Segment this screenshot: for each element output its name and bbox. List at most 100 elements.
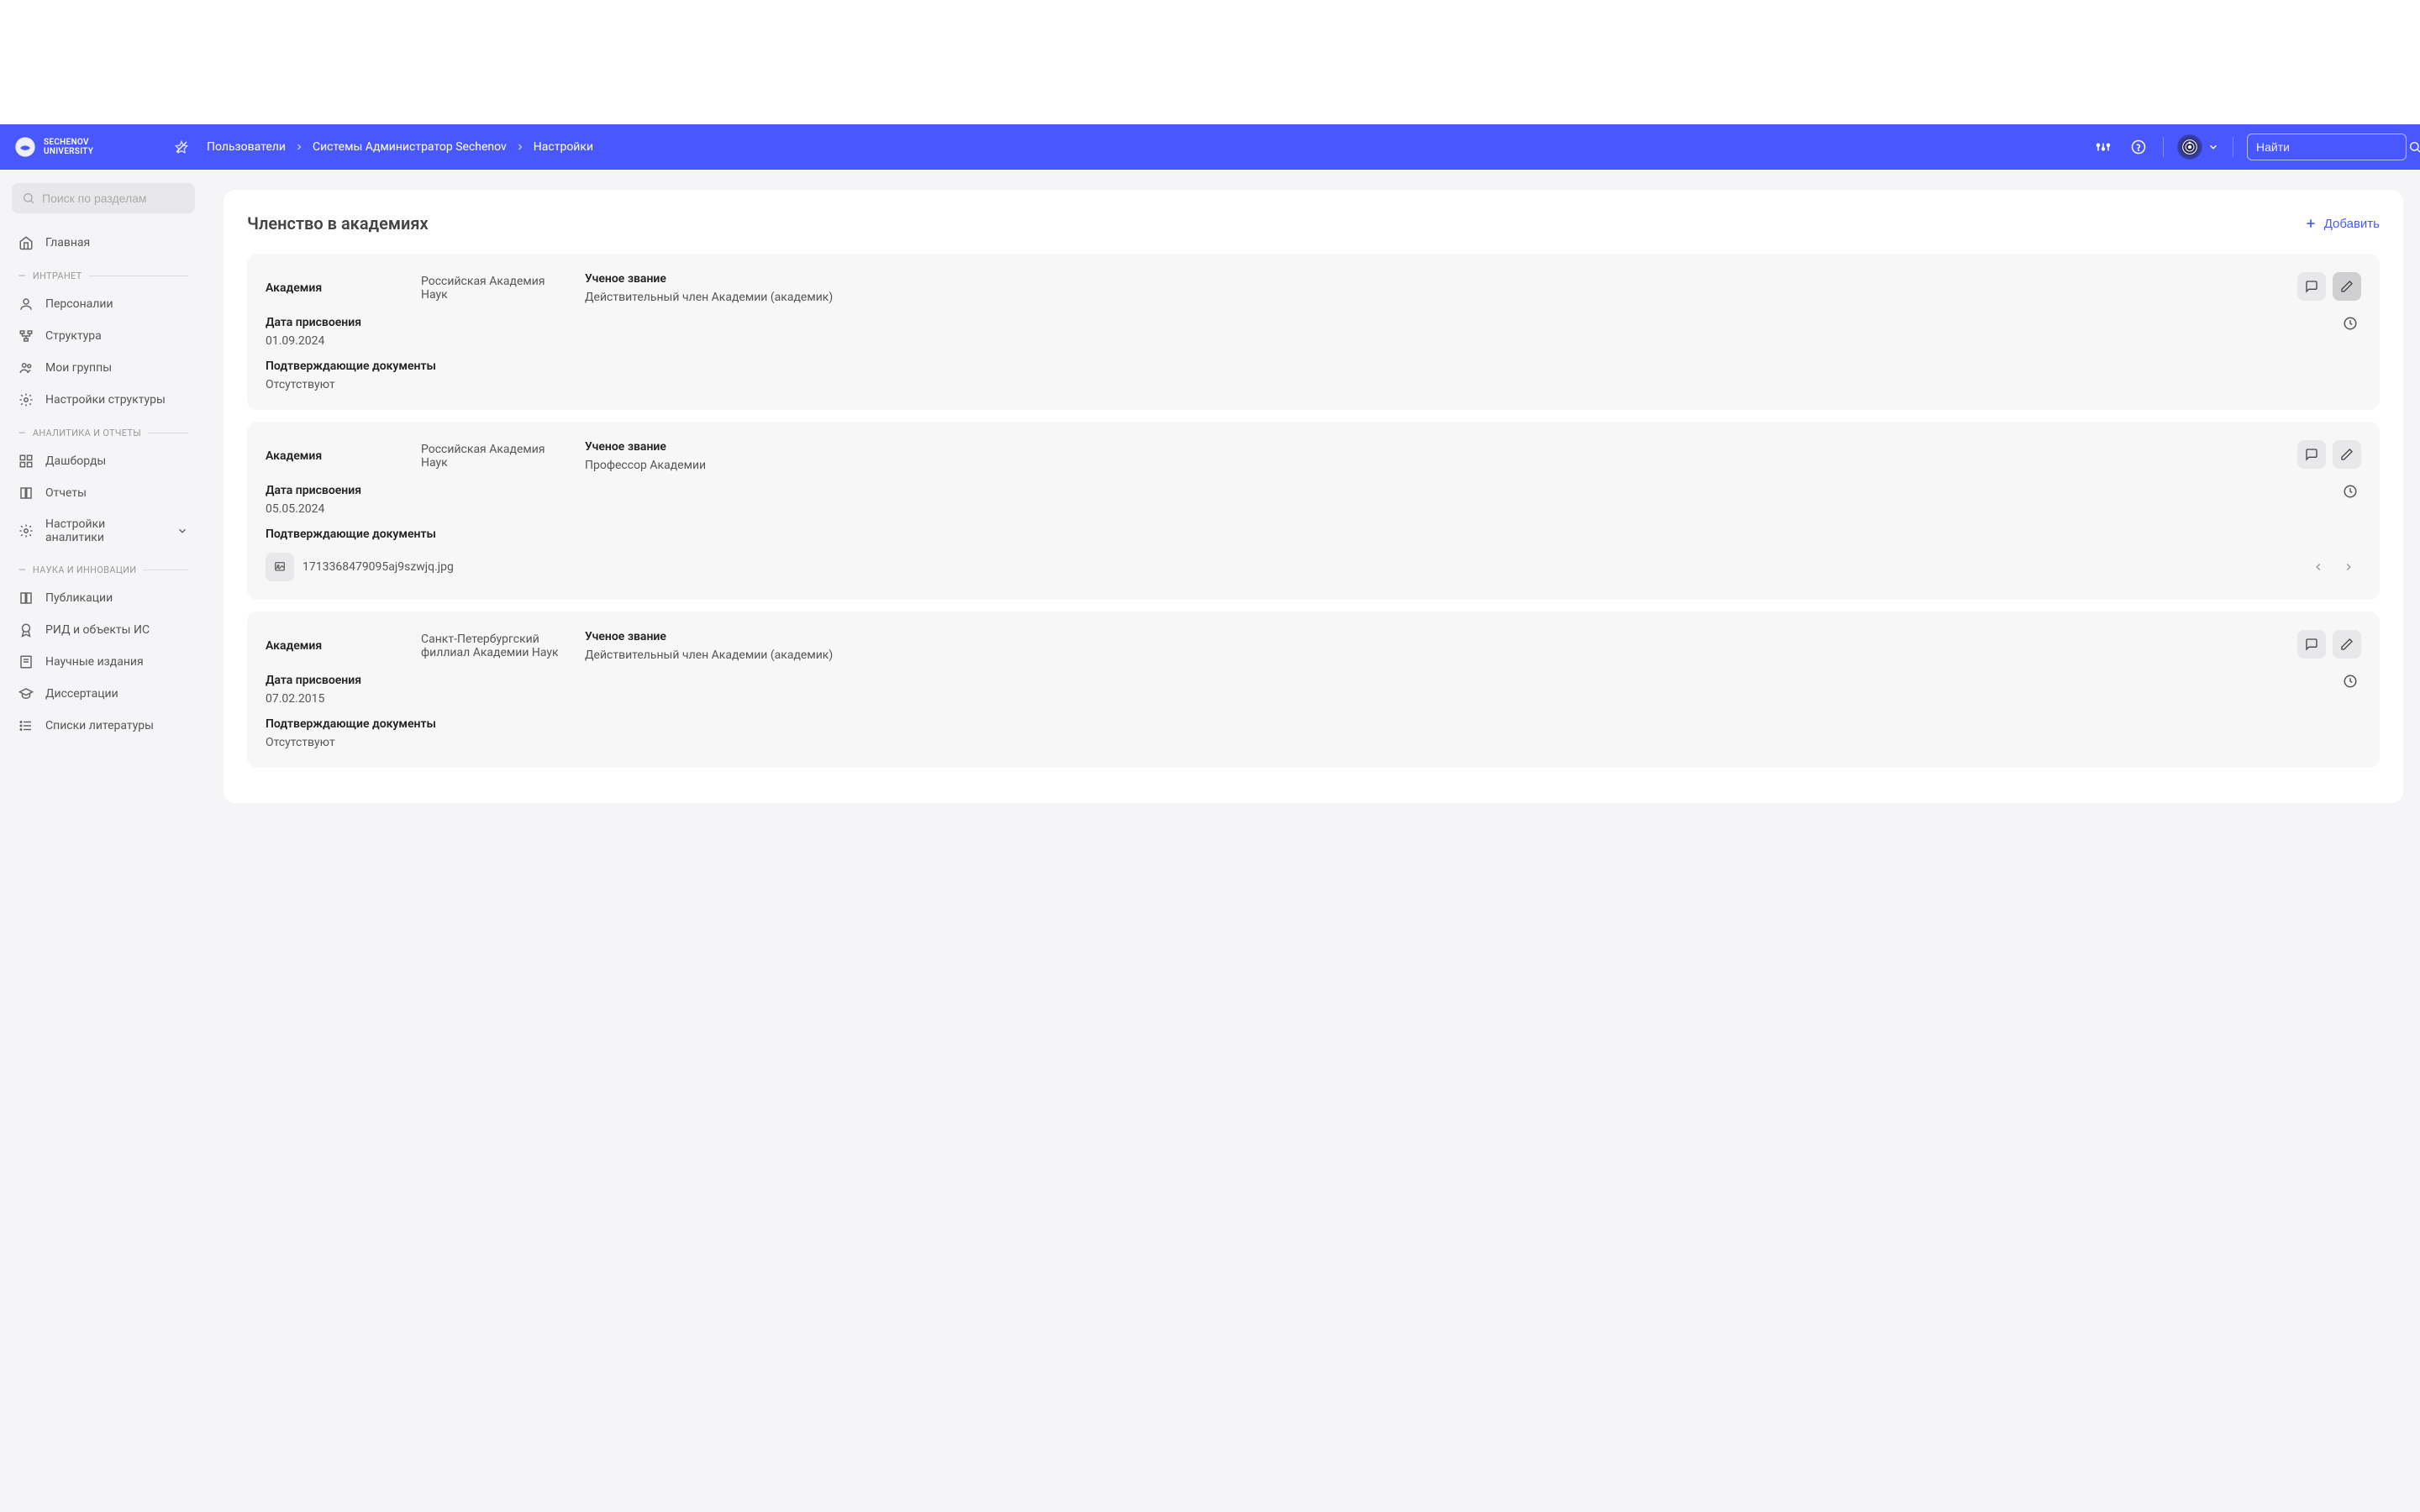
comment-button[interactable]	[2297, 440, 2326, 469]
doc-prev-button[interactable]	[2306, 554, 2331, 580]
field-value-academy: Российская Академия Наук	[421, 443, 568, 470]
structure-icon	[18, 328, 34, 344]
breadcrumb: Пользователи Системы Администратор Seche…	[207, 140, 2079, 154]
document-chip[interactable]: 1713368479095aj9szwjq.jpg	[266, 553, 454, 581]
help-icon	[2131, 139, 2146, 155]
add-button-label: Добавить	[2324, 217, 2380, 231]
edit-button[interactable]	[2333, 272, 2361, 301]
document-filename: 1713368479095aj9szwjq.jpg	[302, 560, 454, 574]
field-value-date: 01.09.2024	[266, 334, 2361, 348]
history-button[interactable]	[2343, 484, 2358, 499]
sidebar-item-personas[interactable]: Персоналии	[12, 288, 195, 320]
history-button[interactable]	[2343, 316, 2358, 331]
sidebar-item-groups[interactable]: Мои группы	[12, 352, 195, 384]
global-search-input[interactable]	[2256, 140, 2408, 154]
pencil-icon	[2340, 280, 2354, 293]
sidebar-item-journals[interactable]: Научные издания	[12, 646, 195, 678]
sidebar-item-analytics-settings[interactable]: Настройки аналитики	[12, 509, 195, 553]
doc-next-button[interactable]	[2336, 554, 2361, 580]
sidebar-section-intranet: — ИНТРАНЕТ	[12, 259, 195, 288]
logo-text-1: SECHENOV	[44, 138, 93, 147]
home-icon	[18, 235, 34, 250]
field-value-academy: Российская Академия Наук	[421, 275, 568, 302]
dashboard-icon	[18, 454, 34, 469]
pin-icon	[175, 140, 188, 154]
sidebar-item-bibliography[interactable]: Списки литературы	[12, 710, 195, 742]
logo-icon	[13, 135, 37, 159]
gear-icon	[18, 392, 34, 407]
sidebar-item-rid[interactable]: РИД и объекты ИС	[12, 614, 195, 646]
search-icon	[2408, 140, 2420, 154]
sidebar-item-label: Диссертации	[45, 687, 118, 701]
chevron-left-icon	[2312, 561, 2324, 573]
sidebar-item-reports[interactable]: Отчеты	[12, 477, 195, 509]
sidebar-item-label: Отчеты	[45, 486, 87, 500]
field-value-date: 07.02.2015	[266, 692, 2361, 706]
gear-icon	[18, 523, 34, 538]
field-label-docs: Подтверждающие документы	[266, 528, 2361, 541]
user-menu[interactable]	[2177, 134, 2219, 160]
sidebar-item-label: Настройки аналитики	[45, 517, 165, 544]
pin-button[interactable]	[170, 135, 193, 159]
global-search[interactable]	[2247, 134, 2407, 160]
sidebar-item-structure-settings[interactable]: Настройки структуры	[12, 384, 195, 416]
membership-section: Членство в академиях Добавить Академия Р…	[224, 190, 2403, 803]
field-label-academy: Академия	[266, 449, 404, 463]
sidebar-section-science: — НАУКА И ИННОВАЦИИ	[12, 553, 195, 582]
edit-button[interactable]	[2333, 440, 2361, 469]
graduation-icon	[18, 686, 34, 701]
sidebar-item-dashboards[interactable]: Дашборды	[12, 445, 195, 477]
sidebar-item-label: Научные издания	[45, 655, 144, 669]
edit-button[interactable]	[2333, 630, 2361, 659]
chevron-right-icon	[294, 142, 304, 152]
field-value-rank: Действительный член Академии (академик)	[585, 648, 2361, 662]
history-button[interactable]	[2343, 674, 2358, 689]
field-value-date: 05.05.2024	[266, 502, 2361, 516]
sidebar-search[interactable]	[12, 183, 195, 213]
comment-icon	[2305, 448, 2318, 461]
field-label-date: Дата присвоения	[266, 484, 2361, 497]
help-button[interactable]	[2128, 136, 2149, 158]
settings-sliders-button[interactable]	[2092, 136, 2114, 158]
sidebar-item-home[interactable]: Главная	[12, 227, 195, 259]
sidebar-item-label: Списки литературы	[45, 719, 154, 732]
award-icon	[18, 622, 34, 638]
sidebar: Главная — ИНТРАНЕТ Персоналии Структура …	[0, 170, 207, 1512]
sidebar-section-analytics: — АНАЛИТИКА И ОТЧЕТЫ	[12, 416, 195, 445]
field-value-rank: Профессор Академии	[585, 459, 2361, 472]
comment-button[interactable]	[2297, 272, 2326, 301]
sidebar-item-dissertations[interactable]: Диссертации	[12, 678, 195, 710]
book-icon	[18, 486, 34, 501]
field-label-rank: Ученое звание	[585, 272, 2361, 286]
breadcrumb-admin[interactable]: Системы Администратор Sechenov	[313, 140, 507, 154]
file-icon	[266, 553, 294, 581]
field-label-docs: Подтверждающие документы	[266, 360, 2361, 373]
sidebar-item-publications[interactable]: Публикации	[12, 582, 195, 614]
sidebar-search-input[interactable]	[42, 192, 194, 205]
sidebar-item-label: Персоналии	[45, 297, 113, 311]
sidebar-item-label: Дашборды	[45, 454, 106, 468]
book-icon	[18, 591, 34, 606]
field-label-docs: Подтверждающие документы	[266, 717, 2361, 731]
field-value-docs-none: Отсутствуют	[266, 736, 2361, 749]
sidebar-item-label: Структура	[45, 329, 102, 343]
breadcrumb-settings[interactable]: Настройки	[534, 140, 593, 154]
list-icon	[18, 718, 34, 733]
membership-card: Академия Российская Академия Наук Ученое…	[247, 254, 2380, 410]
sidebar-item-label: Публикации	[45, 591, 113, 605]
section-title: Членство в академиях	[247, 213, 429, 234]
clock-icon	[2343, 674, 2358, 689]
app-header: SECHENOV UNIVERSITY Пользователи Системы…	[0, 124, 2420, 170]
add-button[interactable]: Добавить	[2304, 217, 2380, 231]
sidebar-item-label: РИД и объекты ИС	[45, 623, 150, 637]
breadcrumb-users[interactable]: Пользователи	[207, 140, 286, 154]
sidebar-item-structure[interactable]: Структура	[12, 320, 195, 352]
comment-button[interactable]	[2297, 630, 2326, 659]
chevron-right-icon	[515, 142, 525, 152]
logo[interactable]: SECHENOV UNIVERSITY	[13, 135, 156, 159]
user-icon	[18, 297, 34, 312]
field-label-rank: Ученое звание	[585, 630, 2361, 643]
sidebar-item-label: Мои группы	[45, 361, 112, 375]
field-label-date: Дата присвоения	[266, 316, 2361, 329]
sliders-icon	[2096, 139, 2111, 155]
